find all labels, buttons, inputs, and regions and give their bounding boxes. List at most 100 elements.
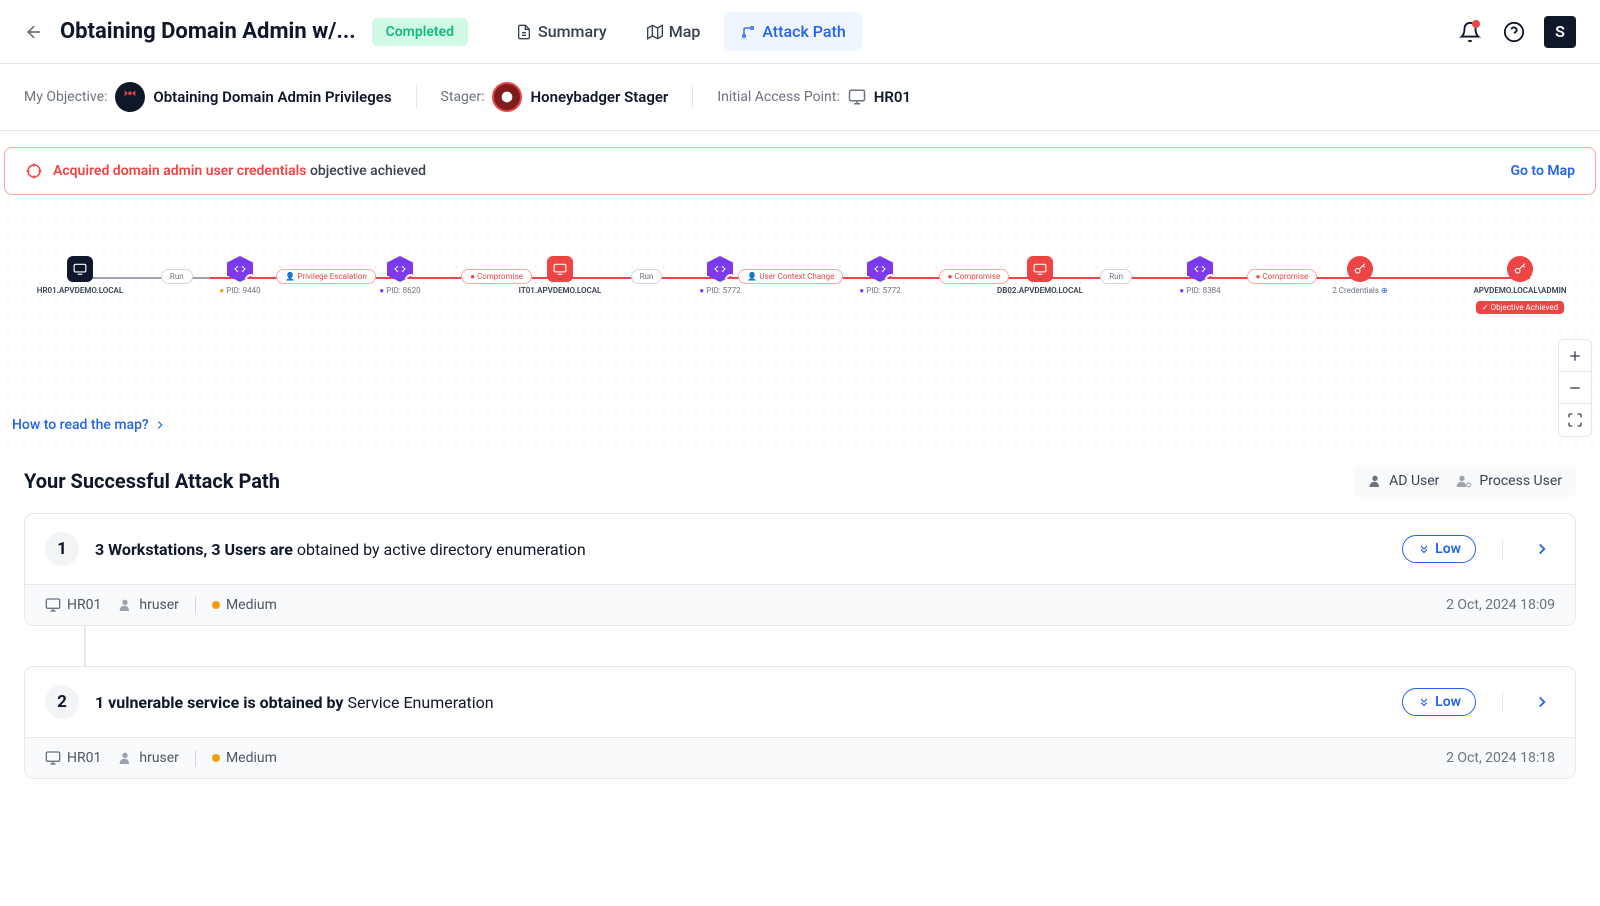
status-badge: Completed: [372, 18, 468, 46]
node-label: IT01.APVDEMO.LOCAL: [519, 286, 602, 295]
map-node[interactable]: 1 ● PID: 9440: [190, 256, 290, 314]
user-gear-icon: [1455, 473, 1473, 489]
severity-dot: [212, 601, 220, 609]
zoom-out-button[interactable]: [1559, 372, 1591, 404]
plus-icon: [1567, 348, 1583, 364]
section-title: Your Successful Attack Path: [24, 469, 280, 493]
document-icon: [516, 24, 532, 40]
meta-user: hruser: [117, 750, 179, 766]
access-label: Initial Access Point:: [717, 89, 839, 105]
severity-dot: [212, 754, 220, 762]
notification-dot: [1472, 20, 1480, 28]
user-icon: [1367, 473, 1383, 489]
severity-pill[interactable]: Low: [1402, 688, 1476, 716]
legend: AD User Process User: [1353, 465, 1576, 497]
tab-attack-path[interactable]: Attack Path: [724, 12, 861, 51]
map-icon: [647, 24, 663, 40]
divider: [1502, 539, 1503, 559]
fullscreen-button[interactable]: [1559, 404, 1591, 436]
meta-date: 2 Oct, 2024 18:09: [1446, 597, 1555, 613]
minus-icon: [1567, 380, 1583, 396]
tab-label: Map: [669, 22, 701, 41]
step-meta: HR01 hruser Medium 2 Oct, 2024 18:18: [25, 737, 1575, 778]
user-icon: [117, 597, 133, 613]
tab-label: Attack Path: [762, 22, 845, 41]
help-button[interactable]: [1500, 18, 1528, 46]
page-title: Obtaining Domain Admin w/...: [60, 19, 356, 44]
node-label: APVDEMO.LOCAL\ADMIN: [1473, 286, 1566, 295]
divider: [692, 85, 693, 109]
alert-text: Acquired domain admin user credentials o…: [53, 163, 1500, 179]
step-card: 2 1 vulnerable service is obtained by Se…: [24, 666, 1576, 779]
process-icon: 1: [867, 256, 893, 282]
zoom-controls: [1558, 339, 1592, 437]
step-header: 1 3 Workstations, 3 Users are obtained b…: [25, 514, 1575, 584]
meta-date: 2 Oct, 2024 18:18: [1446, 750, 1555, 766]
computer-icon: [1027, 256, 1053, 282]
step-number: 2: [45, 685, 79, 719]
stager-icon: [492, 82, 522, 112]
process-icon: 1: [227, 256, 253, 282]
step-number: 1: [45, 532, 79, 566]
go-to-map-link[interactable]: Go to Map: [1510, 163, 1575, 179]
map-help-link[interactable]: How to read the map?: [12, 417, 167, 433]
section-header: Your Successful Attack Path AD User Proc…: [24, 465, 1576, 497]
expand-button[interactable]: [1529, 689, 1555, 715]
map-area[interactable]: Run 👤 Privilege Escalation ● Compromise …: [0, 195, 1600, 445]
target-icon: [25, 162, 43, 180]
user-avatar[interactable]: S: [1544, 16, 1576, 48]
stager-value: Honeybadger Stager: [530, 88, 668, 106]
chevron-right-icon: [1533, 540, 1551, 558]
meta-severity: Medium: [212, 750, 277, 766]
map-node[interactable]: DB02.APVDEMO.LOCAL: [990, 256, 1090, 314]
help-icon: [1503, 21, 1525, 43]
step-header: 2 1 vulnerable service is obtained by Se…: [25, 667, 1575, 737]
zoom-in-button[interactable]: [1559, 340, 1591, 372]
back-button[interactable]: [24, 22, 44, 42]
notifications-button[interactable]: [1456, 18, 1484, 46]
stager-label: Stager:: [441, 89, 485, 105]
step-text: 1 vulnerable service is obtained by Serv…: [95, 693, 1386, 712]
map-node[interactable]: IT01.APVDEMO.LOCAL: [510, 256, 610, 314]
map-node[interactable]: 2 Credentials ⊕: [1310, 256, 1410, 314]
key-icon: [1347, 256, 1373, 282]
divider: [416, 85, 417, 109]
node-label: DB02.APVDEMO.LOCAL: [997, 286, 1083, 295]
map-node[interactable]: APVDEMO.LOCAL\ADMIN ✓ Objective Achieved: [1470, 256, 1570, 314]
severity-pill[interactable]: Low: [1402, 535, 1476, 563]
tab-label: Summary: [538, 22, 607, 41]
chevron-right-icon: [1533, 693, 1551, 711]
step-card: 1 3 Workstations, 3 Users are obtained b…: [24, 513, 1576, 626]
divider: [195, 597, 196, 613]
computer-icon: [45, 597, 61, 613]
node-label: ● PID: 9440: [219, 286, 260, 295]
key-icon: [1507, 256, 1533, 282]
tabs: Summary Map Attack Path: [500, 12, 862, 51]
meta-user: hruser: [117, 597, 179, 613]
divider: [1502, 692, 1503, 712]
expand-button[interactable]: [1529, 536, 1555, 562]
objective-icon: [115, 82, 145, 112]
stager-info: Stager: Honeybadger Stager: [441, 82, 669, 112]
objective-info: My Objective: Obtaining Domain Admin Pri…: [24, 82, 392, 112]
user-icon: [117, 750, 133, 766]
map-node[interactable]: ● PID: 8384: [1150, 256, 1250, 314]
node-label: ● PID: 5772: [699, 286, 740, 295]
node-label: ● PID: 5772: [859, 286, 900, 295]
path-container: Run 👤 Privilege Escalation ● Compromise …: [30, 255, 1570, 315]
tab-summary[interactable]: Summary: [500, 12, 623, 51]
step-bold: 1 vulnerable service is obtained by: [95, 693, 343, 712]
map-node[interactable]: 1 ● PID: 5772: [830, 256, 930, 314]
map-node[interactable]: ● PID: 8620: [350, 256, 450, 314]
tab-map[interactable]: Map: [631, 12, 717, 51]
step-connector: [84, 626, 86, 666]
header-actions: S: [1456, 16, 1576, 48]
node-label: ● PID: 8620: [379, 286, 420, 295]
node-label: HR01.APVDEMO.LOCAL: [37, 286, 123, 295]
step-bold: 3 Workstations, 3 Users are: [95, 540, 293, 559]
map-node[interactable]: ● PID: 5772: [670, 256, 770, 314]
computer-icon: [848, 88, 866, 106]
divider: [195, 750, 196, 766]
map-node[interactable]: HR01.APVDEMO.LOCAL: [30, 256, 130, 314]
legend-process-user: Process User: [1455, 473, 1562, 489]
